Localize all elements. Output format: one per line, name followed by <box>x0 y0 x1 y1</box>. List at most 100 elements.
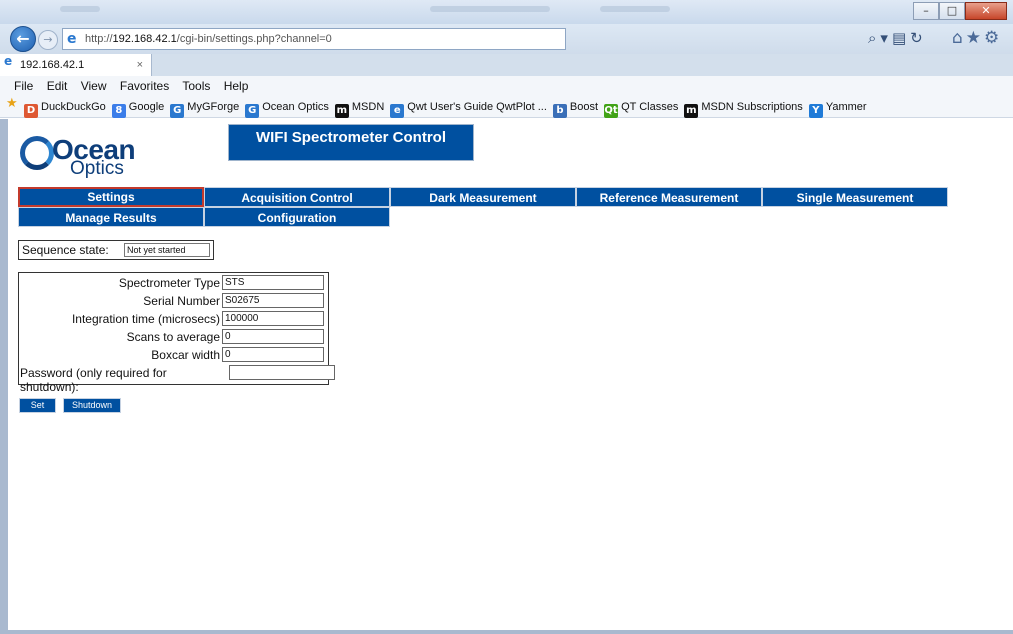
tab-current[interactable]: e 192.168.42.1 × <box>0 54 152 76</box>
tab-strip: e 192.168.42.1 × <box>0 54 1013 76</box>
address-prefix: http:// <box>85 33 113 45</box>
ie-page-icon: e <box>67 31 77 47</box>
favorite-link[interactable]: Qt QT Classes <box>604 96 678 118</box>
close-window-button[interactable]: ✕ <box>965 2 1007 20</box>
gforge-icon: G <box>245 104 260 118</box>
favorite-link[interactable]: G Ocean Optics <box>245 96 329 118</box>
blurred-title-text <box>60 6 100 12</box>
nav-reference-measurement[interactable]: Reference Measurement <box>576 187 762 207</box>
favorites-bar: ★ D DuckDuckGo 8 Google G MyGForge G Ocean Opti… <box>0 96 1013 118</box>
favorite-label: Google <box>128 101 165 113</box>
address-tools: ⌕▾▤↻ <box>868 29 927 47</box>
dropdown-icon[interactable]: ▾ <box>880 29 892 47</box>
msdn-icon: m <box>334 104 349 118</box>
form-input[interactable]: S02675 <box>222 293 324 308</box>
form-label: Spectrometer Type <box>118 276 220 290</box>
form-row: Password (only required for shutdown): <box>19 365 335 394</box>
favorite-label: DuckDuckGo <box>41 101 106 113</box>
gforge-icon: G <box>170 104 185 118</box>
page-title: WIFI Spectrometer Control <box>228 124 474 161</box>
window-bottom-border <box>0 630 1013 634</box>
favorite-link[interactable]: G MyGForge <box>170 96 239 118</box>
ie-page-icon: e <box>4 54 13 68</box>
form-input[interactable]: 100000 <box>222 311 324 326</box>
form-label: Boxcar width <box>151 348 220 362</box>
sequence-state-label: Sequence state: <box>22 243 109 257</box>
logo-swirl-icon <box>20 136 54 170</box>
page-content: Ocean Optics WIFI Spectrometer Control S… <box>0 119 1013 631</box>
menu-tools[interactable]: Tools <box>182 79 210 93</box>
logo-word-optics: Optics <box>70 158 124 179</box>
refresh-icon[interactable]: ↻ <box>910 29 927 47</box>
set-button[interactable]: Set <box>19 398 56 413</box>
window-titlebar: – □ ✕ <box>0 0 1013 24</box>
favorite-label: Qwt User's Guide QwtPlot ... <box>407 101 547 113</box>
nav-manage-results[interactable]: Manage Results <box>18 207 204 227</box>
forward-button[interactable]: → <box>38 30 58 50</box>
favorite-link[interactable]: Y Yammer <box>808 96 867 118</box>
form-label: Scans to average <box>126 330 220 344</box>
settings-form: Spectrometer Type STS Serial Number S02675 I… <box>18 272 335 394</box>
boost-icon: b <box>552 104 567 118</box>
form-row: Serial Number S02675 <box>19 293 330 310</box>
menu-file[interactable]: File <box>14 79 33 93</box>
google-icon: 8 <box>111 104 126 118</box>
tab-close-icon[interactable]: × <box>137 54 143 76</box>
favorites-star-icon[interactable]: ★ <box>966 28 984 48</box>
form-label: Serial Number <box>143 294 220 308</box>
nav-configuration[interactable]: Configuration <box>204 207 390 227</box>
favorite-link[interactable]: 8 Google <box>111 96 165 118</box>
back-button[interactable]: ← <box>10 26 36 52</box>
favorite-link[interactable]: m MSDN <box>334 96 385 118</box>
nav-dark-measurement[interactable]: Dark Measurement <box>390 187 576 207</box>
form-row: Scans to average 0 <box>19 329 330 346</box>
menu-view[interactable]: View <box>81 79 107 93</box>
search-icon[interactable]: ⌕ <box>868 29 880 47</box>
browser-tools: ⌂★⚙ <box>952 28 1002 48</box>
qt-icon: Qt <box>604 104 619 118</box>
favorite-link[interactable]: e Qwt User's Guide QwtPlot ... <box>390 96 547 118</box>
sequence-state-box: Sequence state: Not yet started <box>18 240 214 260</box>
favorite-label: Boost <box>569 101 599 113</box>
form-row: Integration time (microsecs) 100000 <box>19 311 330 328</box>
ocean-optics-logo: Ocean Optics <box>20 134 170 180</box>
form-input[interactable]: STS <box>222 275 324 290</box>
nav-acquisition-control[interactable]: Acquisition Control <box>204 187 390 207</box>
favorite-link[interactable]: m MSDN Subscriptions <box>684 96 803 118</box>
browser-navigation-bar: ← → e http://192.168.42.1/cgi-bin/settin… <box>0 24 1013 54</box>
form-row: Boxcar width 0 <box>19 347 330 364</box>
favorite-link[interactable]: b Boost <box>552 96 599 118</box>
address-bar[interactable]: e http://192.168.42.1/cgi-bin/settings.p… <box>62 28 566 50</box>
blurred-title-text <box>600 6 670 12</box>
menu-bar: File Edit View Favorites Tools Help <box>0 76 1013 96</box>
address-path: /cgi-bin/settings.php?channel=0 <box>176 33 332 45</box>
favorite-label: MSDN <box>351 101 385 113</box>
nav-settings[interactable]: Settings <box>18 187 204 207</box>
favorite-link[interactable]: D DuckDuckGo <box>24 96 106 118</box>
form-label: Integration time (microsecs) <box>71 312 220 326</box>
gear-icon[interactable]: ⚙ <box>984 28 1002 48</box>
add-favorite-star-icon[interactable]: ★ <box>6 96 18 111</box>
favorite-label: MSDN Subscriptions <box>701 101 803 113</box>
yammer-icon: Y <box>808 104 823 118</box>
menu-help[interactable]: Help <box>224 79 249 93</box>
home-icon[interactable]: ⌂ <box>952 28 966 48</box>
duckduckgo-icon: D <box>24 104 38 118</box>
nav-single-measurement[interactable]: Single Measurement <box>762 187 948 207</box>
shutdown-button[interactable]: Shutdown <box>63 398 121 413</box>
ie-page-icon: e <box>390 104 405 118</box>
menu-favorites[interactable]: Favorites <box>120 79 169 93</box>
address-host: 192.168.42.1 <box>112 33 177 45</box>
form-input[interactable]: 0 <box>222 347 324 362</box>
form-input[interactable]: 0 <box>222 329 324 344</box>
form-label: Password (only required for shutdown): <box>20 366 167 394</box>
favorite-label: Yammer <box>825 101 867 113</box>
favorite-label: QT Classes <box>621 101 679 113</box>
password-field[interactable] <box>229 365 335 380</box>
compatibility-icon[interactable]: ▤ <box>892 29 910 47</box>
minimize-button[interactable]: – <box>913 2 939 20</box>
sequence-state-value: Not yet started <box>124 243 210 257</box>
msdn-icon: m <box>684 104 699 118</box>
menu-edit[interactable]: Edit <box>47 79 68 93</box>
maximize-button[interactable]: □ <box>939 2 965 20</box>
